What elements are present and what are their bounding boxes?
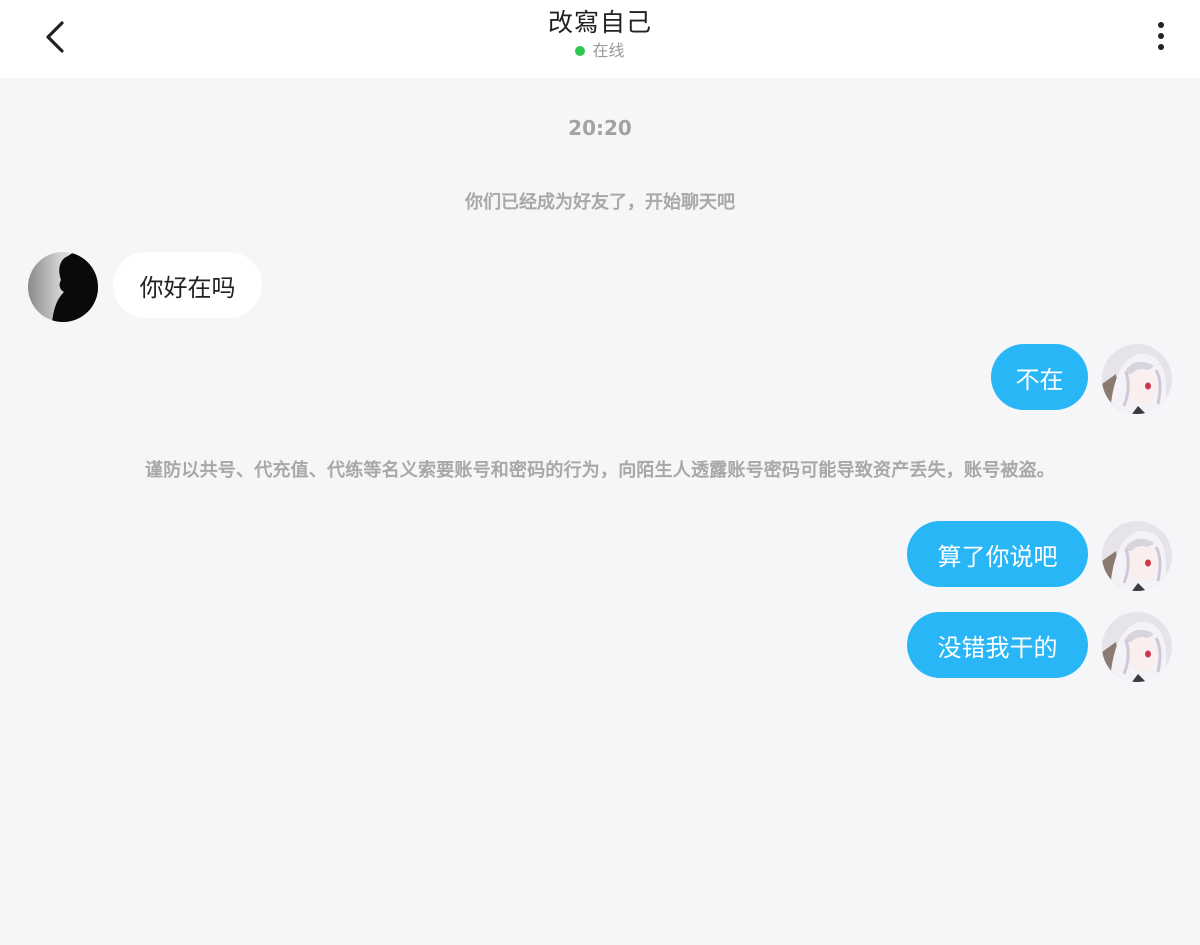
online-dot-icon	[575, 46, 586, 56]
incoming-message-bubble[interactable]: 你好在吗	[113, 252, 262, 318]
chevron-left-icon	[46, 21, 64, 53]
system-notice-friends: 你们已经成为好友了，开始聊天吧	[465, 192, 735, 213]
back-button[interactable]	[30, 14, 80, 60]
my-avatar[interactable]	[1102, 612, 1172, 682]
chat-title: 改寫自己	[547, 8, 652, 37]
outgoing-message-bubble[interactable]: 算了你说吧	[907, 521, 1088, 587]
chat-header: 改寫自己 在线	[0, 0, 1200, 78]
online-status: 在线	[575, 40, 625, 62]
my-avatar[interactable]	[1102, 521, 1172, 591]
system-notice-warning: 谨防以共号、代充值、代练等名义索要账号和密码的行为，向陌生人透露账号密码可能导致…	[145, 460, 1055, 481]
message-list[interactable]: 20:20 你们已经成为好友了，开始聊天吧 你好在吗 不在 谨防以共号、代充值、…	[0, 78, 1200, 945]
contact-avatar[interactable]	[28, 252, 98, 322]
outgoing-message-bubble[interactable]: 没错我干的	[907, 612, 1088, 678]
more-options-button[interactable]	[1144, 16, 1178, 56]
my-avatar[interactable]	[1102, 344, 1172, 414]
online-status-label: 在线	[592, 41, 625, 60]
more-vertical-icon	[1158, 22, 1164, 28]
outgoing-message-bubble[interactable]: 不在	[991, 344, 1088, 410]
message-timestamp: 20:20	[568, 116, 632, 140]
